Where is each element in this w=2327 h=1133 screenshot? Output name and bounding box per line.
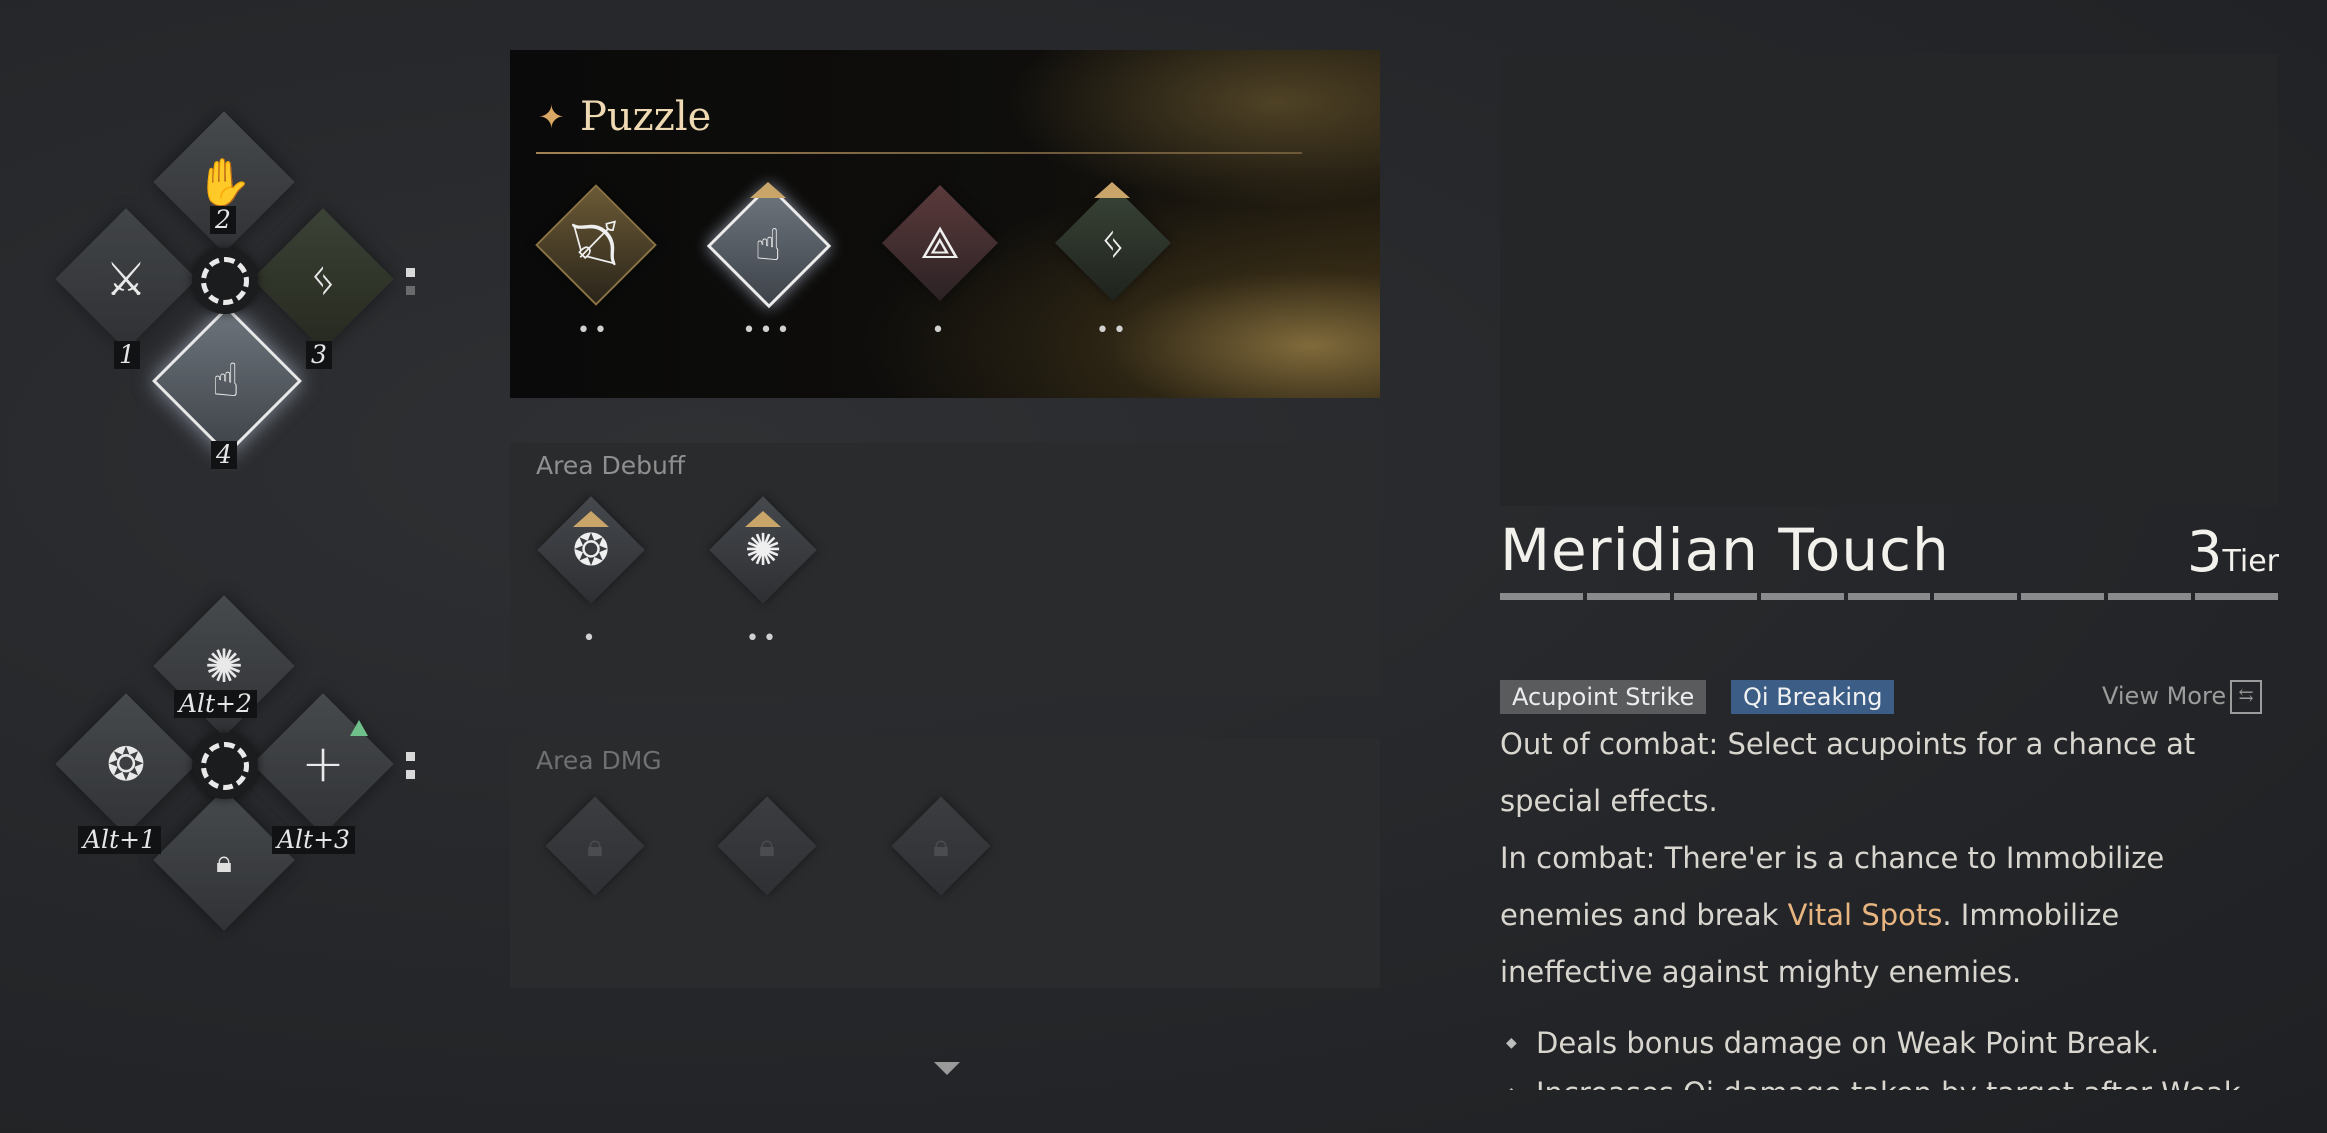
lock-icon: 🔒︎ [587, 828, 603, 864]
skill-tier: 3Tier [2187, 520, 2279, 585]
puzzle-title: Puzzle [580, 94, 712, 140]
tier-number: 3 [2186, 520, 2223, 585]
effect-bullet: Deals bonus damage on Weak Point Break. [1500, 1018, 2280, 1068]
skill-name: Meridian Touch [1500, 516, 1950, 584]
upgrade-arrow-icon [350, 720, 368, 736]
dragon-swirl-icon: ✺ [744, 524, 782, 576]
skill-preview-video [1500, 54, 2278, 506]
description-out-of-combat: Out of combat: Select acupoints for a ch… [1500, 727, 2196, 818]
slot-level-dots: •• [746, 626, 780, 651]
tag-qi-breaking[interactable]: Qi Breaking [1731, 680, 1895, 714]
slot-level-dots: ••• [742, 318, 794, 343]
blade-swirl-icon: ❂ [572, 524, 610, 576]
compare-icon[interactable]: ⇆ [2230, 680, 2262, 714]
wheel-center-ring-icon [192, 248, 258, 314]
key-label-3: 3 [306, 341, 332, 369]
area-dmg-panel: Area DMG 🔒︎ 🔒︎ 🔒︎ [510, 738, 1380, 988]
archer-icon: 🏹︎ [566, 218, 622, 269]
vital-spots-keyword[interactable]: Vital Spots [1788, 898, 1943, 932]
tier-progress-bar [1500, 593, 2279, 600]
finger-strike-icon: ☝ [754, 219, 782, 271]
tier-label: Tier [2222, 544, 2279, 579]
wheel-page-dot[interactable] [406, 286, 415, 295]
description-in-combat: In combat: There'er is a chance to Immob… [1500, 830, 2280, 1001]
key-label-4: 4 [211, 441, 237, 469]
key-label-alt-1: Alt+1 [78, 826, 161, 854]
key-label-alt-3: Alt+3 [272, 826, 355, 854]
tag-acupoint-strike[interactable]: Acupoint Strike [1500, 680, 1707, 714]
crane-kick-icon: ᛃ [1099, 217, 1127, 269]
wing-slash-icon: ⟁ [920, 217, 960, 269]
slot-level-dots: •• [577, 318, 611, 343]
key-label-1: 1 [114, 341, 140, 369]
slot-level-dots: •• [1096, 318, 1130, 343]
puzzle-star-icon: ✦ [538, 98, 565, 136]
scroll-down-arrow-icon[interactable] [934, 1062, 960, 1075]
area-debuff-panel: Area Debuff ❂ • ✺ •• [510, 443, 1380, 695]
key-label-alt-2: Alt+2 [174, 690, 257, 718]
lock-icon: 🔒︎ [933, 828, 949, 864]
lock-icon: 🔒︎ [759, 828, 775, 864]
alt-wheel-center-ring-icon [192, 733, 258, 799]
effect-bullet-list: Deals bonus damage on Weak Point Break. … [1500, 1018, 2280, 1090]
puzzle-panel: ✦ Puzzle 🏹︎ •• ☝ ••• ⟁ • ᛃ •• [510, 50, 1380, 398]
section-title: Area DMG [536, 746, 662, 775]
alt-wheel-page-dot[interactable] [406, 770, 415, 779]
effect-bullet: Increases Qi damage taken by target afte… [1500, 1068, 2280, 1090]
key-label-2: 2 [210, 206, 236, 234]
lock-icon: 🔒︎ [216, 844, 232, 880]
view-more-link[interactable]: View More [2102, 682, 2226, 710]
wheel-page-dot-active[interactable] [406, 268, 415, 277]
alt-wheel-page-dot-active[interactable] [406, 752, 415, 761]
slot-level-dots: • [582, 626, 600, 651]
slot-level-dots: • [931, 318, 949, 343]
divider [536, 152, 1302, 154]
section-title: Area Debuff [536, 451, 686, 480]
finger-strike-icon: ☝ [211, 353, 240, 407]
skill-description: Out of combat: Select acupoints for a ch… [1500, 716, 2280, 1001]
